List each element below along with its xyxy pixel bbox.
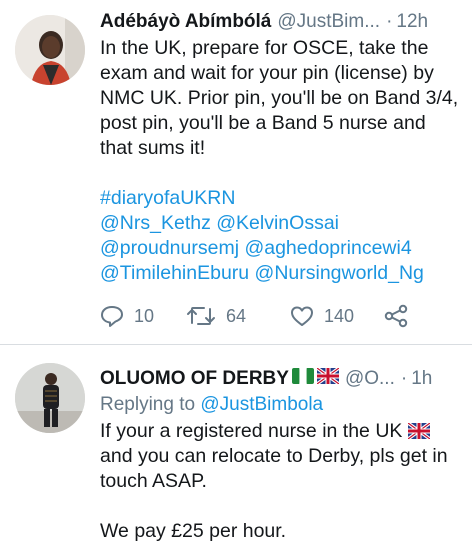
reply-icon: [101, 306, 123, 327]
hashtag-link[interactable]: #diaryofaUKRN: [100, 186, 464, 211]
author-handle[interactable]: @O...: [345, 367, 395, 391]
mention-links[interactable]: @proudnursemj @aghedoprincewi4: [100, 236, 464, 261]
text-line: In the UK, prepare for OSCE, take the: [100, 37, 429, 59]
replying-to: Replying to @JustBimbola: [100, 393, 464, 417]
tweet-actions: 10 64 140: [100, 304, 408, 328]
tweet-header: OLUOMO OF DERBY @O... · 1h: [100, 367, 464, 391]
uk-flag-icon: [316, 368, 339, 384]
tweet-timestamp[interactable]: 12h: [396, 10, 428, 34]
text-line: NMC UK. Prior pin, you'll be on Band 3/4…: [100, 87, 459, 109]
retweet-icon: [187, 307, 215, 325]
replying-to-handle[interactable]: @JustBimbola: [200, 394, 323, 415]
reply-button[interactable]: 10: [100, 305, 186, 327]
separator-dot: ·: [400, 368, 408, 389]
tweet-text: In the UK, prepare for OSCE, take the ex…: [100, 36, 464, 286]
text-line: post pin, you'll be a Band 5 nurse and: [100, 112, 426, 134]
tweet-timestamp[interactable]: 1h: [411, 367, 432, 391]
tweet-card[interactable]: Adébáyò Abímbólá @JustBim... · 12h In th…: [0, 0, 472, 344]
tweet-header: Adébáyò Abímbólá @JustBim... · 12h: [100, 10, 464, 34]
retweet-button[interactable]: 64: [186, 305, 290, 327]
replying-to-label: Replying to: [100, 394, 196, 415]
author-name[interactable]: OLUOMO OF DERBY: [100, 367, 289, 391]
text-line: and you can relocate to Derby, pls get i…: [100, 445, 448, 467]
uk-flag-icon: [408, 423, 431, 439]
tweet-text: If your a registered nurse in the UK and…: [100, 419, 464, 544]
like-count: 140: [324, 305, 355, 326]
share-button[interactable]: [384, 304, 408, 328]
avatar-photo: [15, 15, 85, 85]
separator-dot: ·: [386, 11, 393, 32]
retweet-count: 64: [226, 305, 247, 326]
text-line: We pay £25 per hour.: [100, 520, 287, 542]
share-icon: [384, 304, 408, 328]
text-line: that sums it!: [100, 137, 206, 159]
text-line-content: If your a registered nurse in the UK: [100, 420, 403, 442]
like-icon: [291, 306, 313, 326]
text-line: touch ASAP.: [100, 470, 207, 492]
avatar[interactable]: [15, 363, 85, 433]
author-name[interactable]: Adébáyò Abímbólá: [100, 10, 271, 34]
mention-links[interactable]: @Nrs_Kethz @KelvinOssai: [100, 211, 464, 236]
reply-count: 10: [134, 305, 155, 326]
nigeria-flag-icon: [291, 368, 314, 384]
like-button[interactable]: 140: [290, 305, 384, 327]
avatar[interactable]: [15, 15, 85, 85]
author-handle[interactable]: @JustBim...: [277, 10, 380, 34]
text-line: exam and wait for your pin (license) by: [100, 62, 434, 84]
mention-links[interactable]: @TimilehinEburu @Nursingworld_Ng: [100, 261, 464, 286]
text-line: If your a registered nurse in the UK: [100, 419, 464, 444]
avatar-photo: [15, 363, 85, 433]
tweet-card[interactable]: OLUOMO OF DERBY @O... · 1h Replying to @…: [0, 345, 472, 557]
